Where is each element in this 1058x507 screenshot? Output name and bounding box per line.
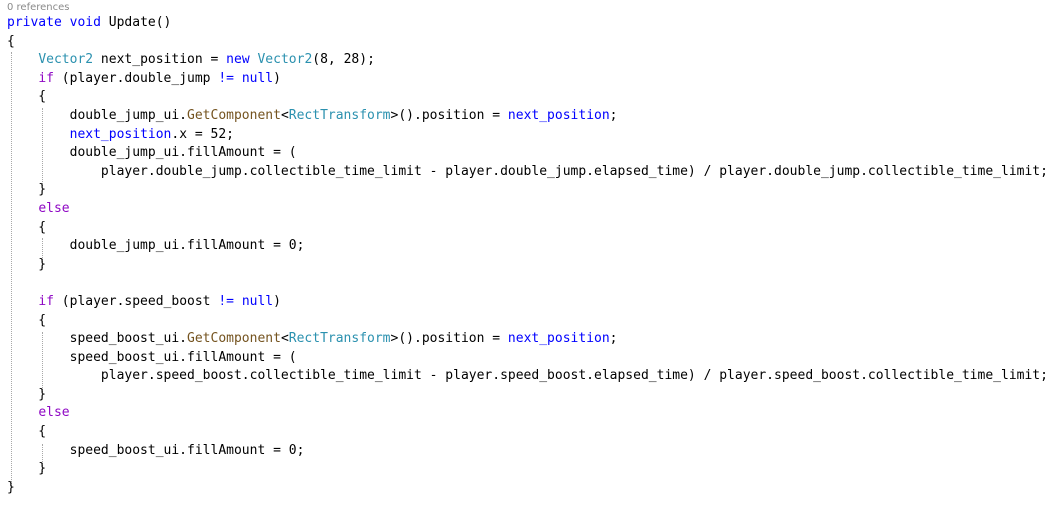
code-token: } — [7, 182, 47, 198]
code-line[interactable]: else — [7, 404, 1048, 423]
code-token: next_position — [69, 126, 172, 142]
code-line[interactable]: { — [7, 312, 1048, 331]
code-token: next_position — [507, 331, 610, 347]
code-body[interactable]: private void Update(){ Vector2 next_posi… — [7, 14, 1048, 497]
code-token: .x = 52; — [171, 126, 234, 142]
code-token: GetComponent — [187, 331, 281, 347]
code-token: player.double_jump.collectible_time_limi… — [7, 163, 1048, 179]
code-line[interactable]: else — [7, 200, 1048, 219]
code-token: player.speed_boost.collectible_time_limi… — [7, 368, 1048, 384]
code-token: if — [38, 70, 54, 86]
code-token: double_jump_ui. — [7, 107, 188, 123]
code-line[interactable]: double_jump_ui.GetComponent<RectTransfor… — [7, 107, 1048, 126]
code-token: next_position = — [93, 52, 227, 68]
code-token: != — [218, 70, 234, 86]
code-line[interactable]: if (player.speed_boost != null) — [7, 293, 1048, 312]
code-token: private — [7, 15, 62, 30]
code-token: } — [7, 256, 47, 272]
code-line[interactable]: Vector2 next_position = new Vector2(8, 2… — [7, 51, 1048, 70]
code-line[interactable]: } — [7, 479, 1048, 498]
code-token: } — [7, 386, 47, 402]
code-token: } — [7, 461, 47, 477]
code-token: ; — [609, 107, 618, 123]
code-line[interactable]: { — [7, 88, 1048, 107]
code-token: double_jump_ui.fillAmount = ( — [7, 145, 297, 161]
code-token: { — [7, 89, 47, 105]
code-token: speed_boost_ui.fillAmount = ( — [7, 349, 297, 365]
code-token: (player.double_jump — [53, 70, 219, 86]
code-token: null — [241, 293, 274, 309]
code-token: < — [280, 331, 289, 347]
code-token: RectTransform — [288, 107, 391, 123]
code-token: RectTransform — [288, 331, 391, 347]
code-line[interactable]: } — [7, 256, 1048, 275]
code-token: else — [38, 405, 70, 421]
code-token: next_position — [507, 107, 610, 123]
code-line[interactable]: double_jump_ui.fillAmount = 0; — [7, 237, 1048, 256]
code-editor[interactable]: 0 references private void Update(){ Vect… — [0, 0, 1058, 507]
code-token: speed_boost_ui. — [7, 331, 188, 347]
code-line[interactable] — [7, 274, 1048, 293]
code-line[interactable]: { — [7, 33, 1048, 52]
codelens-references[interactable]: 0 references — [7, 1, 70, 15]
code-token: (player.speed_boost — [53, 293, 219, 309]
code-token: >().position = — [390, 107, 508, 123]
code-line[interactable]: { — [7, 219, 1048, 238]
code-token: speed_boost_ui.fillAmount = 0; — [7, 442, 305, 458]
code-token: < — [280, 107, 289, 123]
code-token: != — [218, 293, 234, 309]
code-token: Vector2 — [257, 52, 313, 68]
code-line[interactable]: next_position.x = 52; — [7, 126, 1048, 145]
code-line[interactable]: { — [7, 423, 1048, 442]
code-token: if — [38, 293, 54, 309]
code-line[interactable]: speed_boost_ui.fillAmount = 0; — [7, 442, 1048, 461]
code-token: { — [7, 424, 47, 440]
code-token: { — [7, 219, 47, 235]
code-token: { — [7, 312, 47, 328]
code-token: ) — [273, 70, 281, 86]
code-token: Update() — [100, 15, 172, 30]
code-token: else — [38, 200, 70, 216]
code-token: new — [226, 52, 250, 68]
code-token: ) — [273, 293, 281, 309]
code-token: (8, 28); — [312, 52, 375, 68]
code-line[interactable]: player.speed_boost.collectible_time_limi… — [7, 367, 1048, 386]
code-token: >().position = — [390, 331, 508, 347]
code-line[interactable]: speed_boost_ui.GetComponent<RectTransfor… — [7, 330, 1048, 349]
code-token: ; — [609, 331, 618, 347]
code-line[interactable]: } — [7, 181, 1048, 200]
code-line[interactable]: private void Update() — [7, 14, 1048, 33]
code-token: GetComponent — [187, 107, 281, 123]
code-line[interactable]: speed_boost_ui.fillAmount = ( — [7, 349, 1048, 368]
code-token: double_jump_ui.fillAmount = 0; — [7, 238, 305, 254]
code-token: null — [241, 70, 274, 86]
code-token: void — [69, 15, 101, 30]
code-token: { — [7, 33, 15, 49]
code-line[interactable]: } — [7, 460, 1048, 479]
code-line[interactable]: } — [7, 386, 1048, 405]
code-line[interactable]: double_jump_ui.fillAmount = ( — [7, 144, 1048, 163]
code-token: } — [7, 479, 15, 495]
code-token: Vector2 — [38, 52, 94, 68]
code-line[interactable]: if (player.double_jump != null) — [7, 70, 1048, 89]
code-line[interactable]: player.double_jump.collectible_time_limi… — [7, 163, 1048, 182]
